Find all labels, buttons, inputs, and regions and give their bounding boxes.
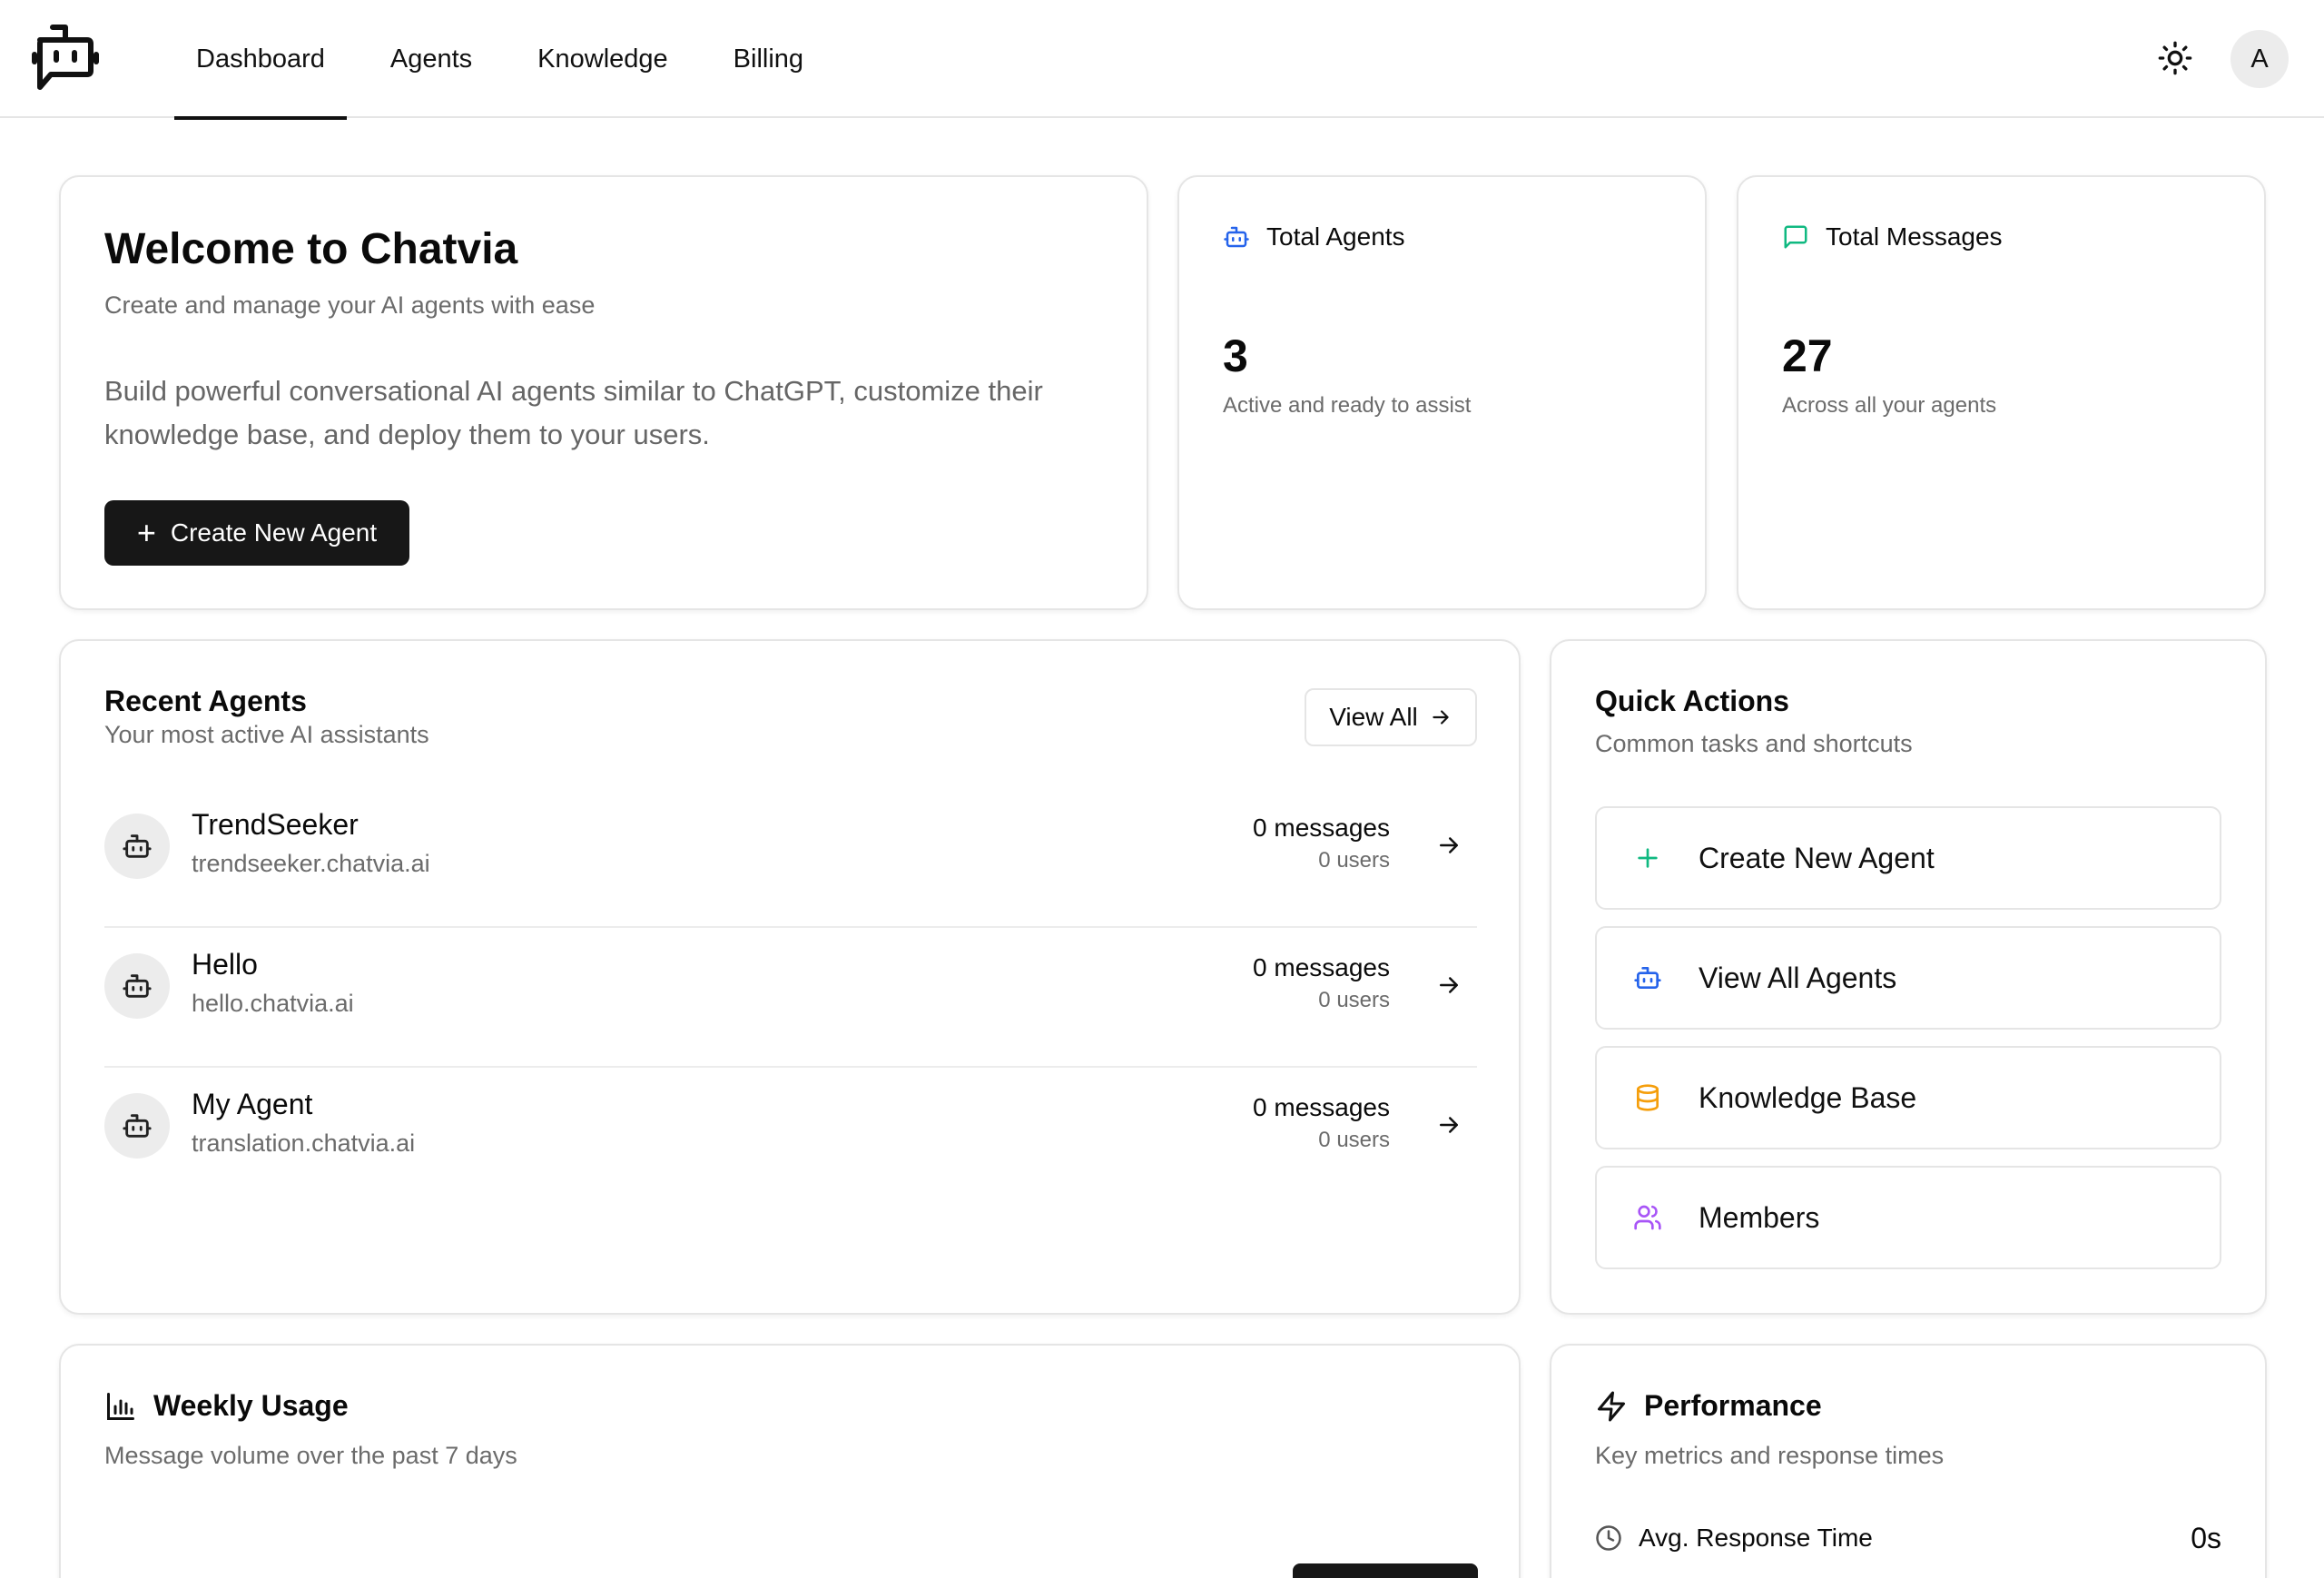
user-avatar[interactable]: A <box>2230 30 2289 88</box>
recent-agents-subtitle: Your most active AI assistants <box>104 721 429 748</box>
weekly-usage-chart-bar <box>1293 1563 1478 1578</box>
welcome-card: Welcome to Chatvia Create and manage you… <box>59 175 1148 610</box>
agent-domain: trendseeker.chatvia.ai <box>192 850 430 877</box>
quick-actions-title: Quick Actions <box>1595 685 1789 717</box>
database-icon <box>1637 1084 1659 1111</box>
bot-icon <box>123 1114 152 1138</box>
agent-row-my-agent[interactable]: My Agent translation.chatvia.ai 0 messag… <box>104 1068 1477 1208</box>
avg-response-time-value: 0s <box>2191 1522 2221 1554</box>
agent-user-count: 0 users <box>1318 988 1390 1012</box>
arrow-right-icon[interactable] <box>1435 1111 1462 1139</box>
nav-tab-agents[interactable]: Agents <box>369 0 494 118</box>
agent-message-count: 0 messages <box>1253 814 1390 842</box>
clock-icon <box>1596 1525 1621 1551</box>
agent-name: Hello <box>192 948 258 981</box>
total-messages-value: 27 <box>1782 330 1833 381</box>
bot-icon <box>1634 967 1661 989</box>
nav-tab-dashboard[interactable]: Dashboard <box>174 0 347 120</box>
performance-card: Performance Key metrics and response tim… <box>1550 1344 2267 1578</box>
top-navigation-bar: Dashboard Agents Knowledge Billing A <box>0 0 2324 120</box>
plus-icon <box>1638 848 1658 868</box>
total-agents-header: Total Agents <box>1223 222 1405 251</box>
total-agents-value: 3 <box>1223 330 1248 381</box>
agent-avatar <box>104 953 170 1019</box>
total-messages-header: Total Messages <box>1782 222 2003 251</box>
main-nav: Dashboard Agents Knowledge Billing <box>174 0 847 120</box>
welcome-subtitle: Create and manage your AI agents with ea… <box>104 291 596 319</box>
bot-chat-logo-icon[interactable] <box>31 24 100 93</box>
create-new-agent-button[interactable]: + Create New Agent <box>104 500 409 566</box>
performance-subtitle: Key metrics and response times <box>1595 1442 1945 1469</box>
bot-icon <box>123 974 152 998</box>
agent-message-count: 0 messages <box>1253 953 1390 981</box>
agent-row-trendseeker[interactable]: TrendSeeker trendseeker.chatvia.ai 0 mes… <box>104 788 1477 928</box>
users-icon <box>1634 1205 1661 1230</box>
message-square-icon <box>1784 225 1807 249</box>
total-messages-caption: Across all your agents <box>1782 393 1997 418</box>
performance-header: Performance <box>1595 1389 1822 1423</box>
quick-actions-card: Quick Actions Common tasks and shortcuts… <box>1550 639 2267 1315</box>
zap-icon <box>1598 1391 1625 1421</box>
bot-icon <box>123 834 152 858</box>
arrow-right-icon[interactable] <box>1435 971 1462 999</box>
plus-icon: + <box>136 514 156 551</box>
bar-chart-icon <box>107 1392 134 1420</box>
welcome-description: Build powerful conversational AI agents … <box>104 375 1043 450</box>
agent-user-count: 0 users <box>1318 1128 1390 1152</box>
weekly-usage-subtitle: Message volume over the past 7 days <box>104 1442 517 1469</box>
nav-tab-knowledge[interactable]: Knowledge <box>516 0 690 118</box>
agent-user-count: 0 users <box>1318 848 1390 873</box>
view-all-button[interactable]: View All <box>1305 688 1477 746</box>
weekly-usage-card: Weekly Usage Message volume over the pas… <box>59 1344 1521 1578</box>
weekly-usage-header: Weekly Usage <box>104 1389 349 1423</box>
quick-actions-subtitle: Common tasks and shortcuts <box>1595 730 1913 757</box>
total-messages-card: Total Messages 27 Across all your agents <box>1737 175 2266 610</box>
arrow-right-icon <box>1433 710 1449 725</box>
avg-response-time-label: Avg. Response Time <box>1595 1524 1873 1553</box>
quick-view-agents-button[interactable]: View All Agents <box>1595 926 2221 1030</box>
recent-agents-title: Recent Agents <box>104 685 307 717</box>
agent-message-count: 0 messages <box>1253 1093 1390 1121</box>
recent-agents-card: Recent Agents Your most active AI assist… <box>59 639 1521 1315</box>
quick-create-agent-button[interactable]: Create New Agent <box>1595 806 2221 910</box>
quick-members-button[interactable]: Members <box>1595 1166 2221 1269</box>
quick-knowledge-base-button[interactable]: Knowledge Base <box>1595 1046 2221 1149</box>
welcome-title: Welcome to Chatvia <box>104 225 518 273</box>
agent-avatar <box>104 814 170 879</box>
arrow-right-icon[interactable] <box>1435 832 1462 859</box>
nav-tab-billing[interactable]: Billing <box>712 0 825 118</box>
agent-avatar <box>104 1093 170 1159</box>
total-agents-caption: Active and ready to assist <box>1223 393 1472 418</box>
bot-icon <box>1224 226 1249 248</box>
total-agents-card: Total Agents 3 Active and ready to assis… <box>1177 175 1707 610</box>
agent-domain: hello.chatvia.ai <box>192 990 354 1017</box>
agent-domain: translation.chatvia.ai <box>192 1129 416 1157</box>
sun-icon[interactable] <box>2157 40 2193 76</box>
agent-name: TrendSeeker <box>192 808 359 841</box>
agent-row-hello[interactable]: Hello hello.chatvia.ai 0 messages 0 user… <box>104 928 1477 1068</box>
agent-name: My Agent <box>192 1088 313 1120</box>
